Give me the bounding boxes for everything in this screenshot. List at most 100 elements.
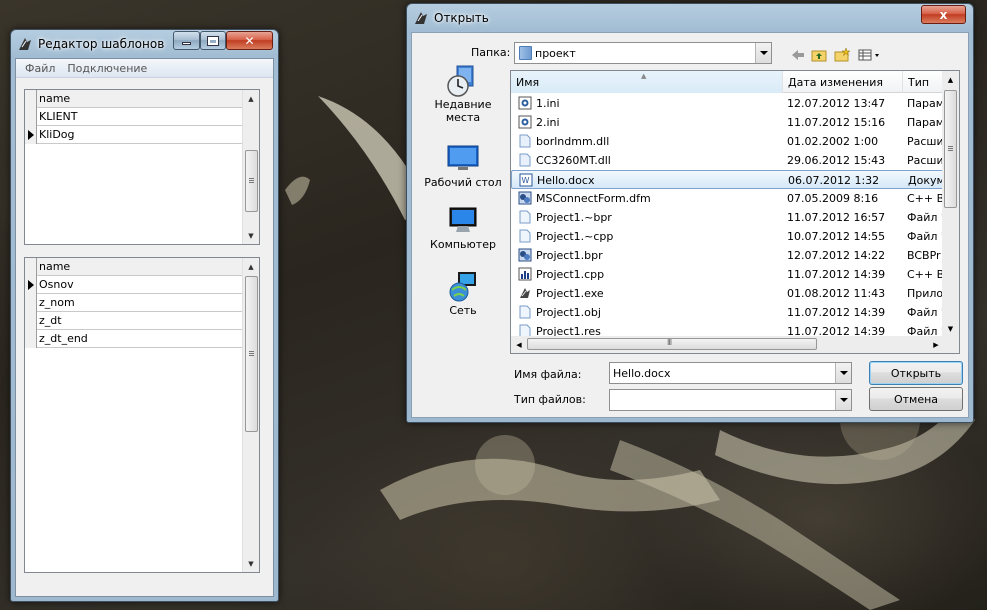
back-arrow-icon[interactable] <box>789 47 807 63</box>
file-type: BCBPr <box>907 249 941 262</box>
open-button[interactable]: Открыть <box>869 361 963 385</box>
column-header-type[interactable]: Тип <box>903 71 945 93</box>
computer-icon <box>446 204 480 238</box>
place-label: Недавние места <box>434 98 492 124</box>
column-header-name[interactable]: Имя <box>511 71 783 93</box>
templates-grid[interactable]: name KLIENT KliDog ▲ ▼ <box>24 89 260 245</box>
file-list-item[interactable]: MSConnectForm.dfm 07.05.2009 8:16 C++ Bu <box>511 189 944 208</box>
dll-file-icon <box>518 153 532 167</box>
file-list-item[interactable]: 2.ini 11.07.2012 15:16 Парам <box>511 113 944 132</box>
grid-cell[interactable]: z_nom <box>39 296 242 309</box>
file-name: Project1.bpr <box>536 249 603 262</box>
maximize-icon <box>207 35 219 46</box>
scroll-down-icon[interactable]: ▼ <box>942 320 959 337</box>
file-type: Парам <box>907 116 944 129</box>
file-list-item[interactable]: Project1.exe 01.08.2012 11:43 Прило <box>511 284 944 303</box>
file-date: 10.07.2012 14:55 <box>787 230 886 243</box>
folder-icon <box>519 46 532 60</box>
maximize-button[interactable] <box>200 31 226 50</box>
open-file-dialog: Открыть x Папка: проект Недавние места Р… <box>406 3 974 423</box>
grid-cell[interactable]: KliDog <box>39 128 242 141</box>
column-header-date[interactable]: Дата изменения <box>783 71 903 93</box>
scroll-thumb[interactable] <box>245 150 258 212</box>
network-icon <box>446 270 480 304</box>
table-row[interactable]: z_dt_end <box>25 330 244 348</box>
file-type: Расши <box>907 154 944 167</box>
close-button[interactable]: x <box>921 5 966 24</box>
filename-input[interactable]: Hello.docx <box>610 367 835 380</box>
table-row[interactable]: KliDog <box>25 126 244 144</box>
scroll-down-icon[interactable]: ▼ <box>243 227 259 244</box>
scroll-up-icon[interactable]: ▲ <box>243 258 259 275</box>
scroll-left-icon[interactable]: ◀ <box>511 336 527 353</box>
close-icon: x <box>939 7 948 22</box>
close-button[interactable]: ✕ <box>226 31 273 50</box>
grid1-vertical-scrollbar[interactable]: ▲ ▼ <box>242 90 259 244</box>
open-dialog-titlebar[interactable]: Открыть <box>407 4 973 32</box>
file-list-item[interactable]: Project1.bpr 12.07.2012 14:22 BCBPr <box>511 246 944 265</box>
table-row[interactable]: KLIENT <box>25 108 244 126</box>
desktop-icon <box>446 142 480 176</box>
scroll-up-icon[interactable]: ▲ <box>942 71 959 88</box>
table-row[interactable]: z_nom <box>25 294 244 312</box>
folder-dropdown-button[interactable] <box>755 43 771 63</box>
scroll-thumb[interactable] <box>944 90 957 208</box>
minimize-button[interactable] <box>173 31 200 50</box>
docx-file-icon: W <box>519 173 533 187</box>
file-list-item[interactable]: W Hello.docx 06.07.2012 1:32 Докум <box>511 170 945 189</box>
chevron-down-icon <box>839 371 848 375</box>
file-date: 01.02.2002 1:00 <box>787 135 879 148</box>
cancel-button[interactable]: Отмена <box>869 387 963 411</box>
file-list-item[interactable]: Project1.obj 11.07.2012 14:39 Файл ' <box>511 303 944 322</box>
file-type: C++ Bu <box>907 268 944 281</box>
window-title: Редактор шаблонов <box>38 37 165 51</box>
file-name: CC3260MT.dll <box>536 154 611 167</box>
filetype-dropdown-button[interactable] <box>835 390 851 410</box>
filename-label: Имя файла: <box>514 368 582 381</box>
new-folder-icon[interactable] <box>833 47 851 63</box>
file-list-horizontal-scrollbar[interactable]: ◀ III ▶ <box>511 336 944 353</box>
column-header-name[interactable]: name <box>39 260 242 273</box>
file-type: C++ Bu <box>907 192 944 205</box>
table-row[interactable]: Osnov <box>25 276 244 294</box>
menu-file[interactable]: Файл <box>19 62 61 75</box>
grid-cell[interactable]: KLIENT <box>39 110 242 123</box>
file-list-item[interactable]: CC3260MT.dll 29.06.2012 15:43 Расши <box>511 151 944 170</box>
fields-grid[interactable]: name Osnov z_nom z_dt z_dt_end ▲ ▼ <box>24 257 260 573</box>
chevron-down-icon <box>839 398 848 402</box>
file-date: 07.05.2009 8:16 <box>787 192 879 205</box>
file-list-item[interactable]: borlndmm.dll 01.02.2002 1:00 Расши <box>511 132 944 151</box>
scroll-thumb[interactable] <box>245 276 258 432</box>
grid-cell[interactable]: z_dt_end <box>39 332 242 345</box>
menu-connection[interactable]: Подключение <box>61 62 153 75</box>
grid-cell[interactable]: z_dt <box>39 314 242 327</box>
scroll-thumb[interactable]: III <box>527 338 817 350</box>
file-list-item[interactable]: 1.ini 12.07.2012 13:47 Парам <box>511 94 944 113</box>
file-list[interactable]: Имя ▲ Дата изменения Тип 1.ini 12.07.2012… <box>510 70 960 354</box>
place-desktop[interactable]: Рабочий стол <box>423 142 503 189</box>
file-list-item[interactable]: Project1.cpp 11.07.2012 14:39 C++ Bu <box>511 265 944 284</box>
place-computer[interactable]: Компьютер <box>423 204 503 251</box>
grid2-vertical-scrollbar[interactable]: ▲ ▼ <box>242 258 259 572</box>
filename-dropdown-button[interactable] <box>835 363 851 383</box>
up-folder-icon[interactable] <box>810 47 828 63</box>
file-list-item[interactable]: Project1.~cpp 10.07.2012 14:55 Файл ' <box>511 227 944 246</box>
grid-cell[interactable]: Osnov <box>39 278 242 291</box>
grid-header-row: name <box>25 258 244 276</box>
place-network[interactable]: Сеть <box>423 270 503 317</box>
view-menu-icon[interactable] <box>857 47 883 63</box>
table-row[interactable]: z_dt <box>25 312 244 330</box>
generic-file-icon <box>518 210 532 224</box>
column-header-name[interactable]: name <box>39 92 242 105</box>
filename-combobox[interactable]: Hello.docx <box>609 362 852 384</box>
file-type: Файл ' <box>907 211 944 224</box>
scroll-down-icon[interactable]: ▼ <box>243 555 259 572</box>
file-list-item[interactable]: Project1.~bpr 11.07.2012 16:57 Файл ' <box>511 208 944 227</box>
file-list-vertical-scrollbar[interactable]: ▲ ▼ <box>942 71 959 337</box>
folder-combobox[interactable]: проект <box>514 42 772 64</box>
scroll-up-icon[interactable]: ▲ <box>243 90 259 107</box>
menu-bar: Файл Подключение <box>16 59 273 78</box>
chevron-down-icon <box>759 51 768 55</box>
place-recent[interactable]: Недавние места <box>423 64 503 124</box>
filetype-combobox[interactable] <box>609 389 852 411</box>
